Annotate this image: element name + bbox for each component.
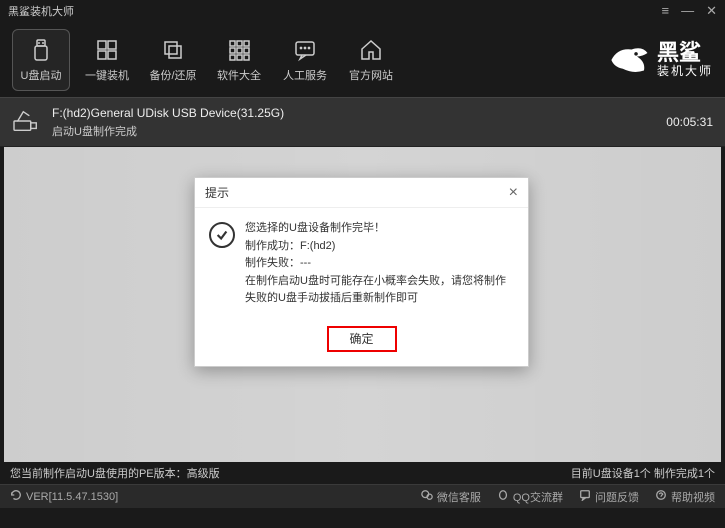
link-wechat[interactable]: 微信客服 <box>421 489 481 505</box>
nav-website[interactable]: 官方网站 <box>342 29 400 91</box>
dialog-message: 您选择的U盘设备制作完毕！ 制作成功：F:(hd2) 制作失败：--- 在制作启… <box>245 220 514 308</box>
dialog: 提示 × 您选择的U盘设备制作完毕！ 制作成功：F:(hd2) 制作失败：---… <box>194 177 529 367</box>
status-bar-info: 您当前制作启动U盘使用的PE版本：高级版 目前U盘设备1个 制作完成1个 <box>0 462 725 484</box>
home-icon <box>358 37 384 63</box>
nav-label: U盘启动 <box>21 67 62 83</box>
nav-label: 人工服务 <box>283 67 327 83</box>
feedback-icon <box>579 489 591 504</box>
close-icon[interactable]: ✕ <box>706 3 717 19</box>
shark-icon <box>607 40 651 80</box>
app-title: 黑鲨装机大师 <box>8 3 74 19</box>
nav-oneclick[interactable]: 一键装机 <box>78 29 136 91</box>
version-label: VER[11.5.47.1530] <box>10 489 118 504</box>
device-count-text: 目前U盘设备1个 制作完成1个 <box>571 465 715 481</box>
help-icon <box>655 489 667 504</box>
main-area: 提示 × 您选择的U盘设备制作完毕！ 制作成功：F:(hd2) 制作失败：---… <box>0 147 725 462</box>
msg-line4: 在制作启动U盘时可能存在小概率会失败，请您将制作失败的U盘手动拔插后重新制作即可 <box>245 273 514 308</box>
nav-label: 备份/还原 <box>149 67 196 83</box>
minimize-icon[interactable]: — <box>681 3 694 19</box>
dialog-header: 提示 × <box>195 178 528 208</box>
nav-usb-boot[interactable]: U盘启动 <box>12 29 70 91</box>
ok-button[interactable]: 确定 <box>327 326 397 352</box>
nav-label: 软件大全 <box>217 67 261 83</box>
windows-icon <box>94 37 120 63</box>
pe-version-text: 您当前制作启动U盘使用的PE版本：高级版 <box>10 465 220 481</box>
brand-name: 黑鲨 <box>657 41 713 65</box>
nav-label: 一键装机 <box>85 67 129 83</box>
link-help[interactable]: 帮助视频 <box>655 489 715 505</box>
dialog-close-icon[interactable]: × <box>509 184 518 202</box>
link-feedback[interactable]: 问题反馈 <box>579 489 639 505</box>
check-icon <box>209 222 235 248</box>
chat-icon <box>292 37 318 63</box>
usb-icon <box>28 37 54 63</box>
nav-backup[interactable]: 备份/还原 <box>144 29 202 91</box>
titlebar: 黑鲨装机大师 ≡ — ✕ <box>0 0 725 22</box>
elapsed-time: 00:05:31 <box>666 115 713 129</box>
refresh-icon[interactable] <box>10 489 22 504</box>
msg-line3: 制作失败：--- <box>245 255 514 273</box>
grid-icon <box>226 37 252 63</box>
window-controls: ≡ — ✕ <box>662 3 718 19</box>
dialog-title: 提示 <box>205 184 229 201</box>
nav-software[interactable]: 软件大全 <box>210 29 268 91</box>
msg-line1: 您选择的U盘设备制作完毕！ <box>245 220 514 238</box>
status-bar-footer: VER[11.5.47.1530] 微信客服 QQ交流群 问题反馈 帮助视频 <box>0 484 725 508</box>
nav-label: 官方网站 <box>349 67 393 83</box>
copy-icon <box>160 37 186 63</box>
menu-icon[interactable]: ≡ <box>662 3 670 19</box>
device-status: 启动U盘制作完成 <box>52 123 656 139</box>
msg-line2: 制作成功：F:(hd2) <box>245 238 514 256</box>
usb-device-icon <box>12 108 42 137</box>
brand-logo: 黑鲨 装机大师 <box>607 40 713 80</box>
brand-sub: 装机大师 <box>657 65 713 78</box>
device-name: F:(hd2)General UDisk USB Device(31.25G) <box>52 106 656 120</box>
qq-icon <box>497 489 509 504</box>
nav-support[interactable]: 人工服务 <box>276 29 334 91</box>
navbar: U盘启动 一键装机 备份/还原 软件大全 人工服务 官方网站 黑鲨 装机大师 <box>0 22 725 97</box>
wechat-icon <box>421 489 433 504</box>
device-bar: F:(hd2)General UDisk USB Device(31.25G) … <box>0 97 725 147</box>
link-qq[interactable]: QQ交流群 <box>497 489 563 505</box>
